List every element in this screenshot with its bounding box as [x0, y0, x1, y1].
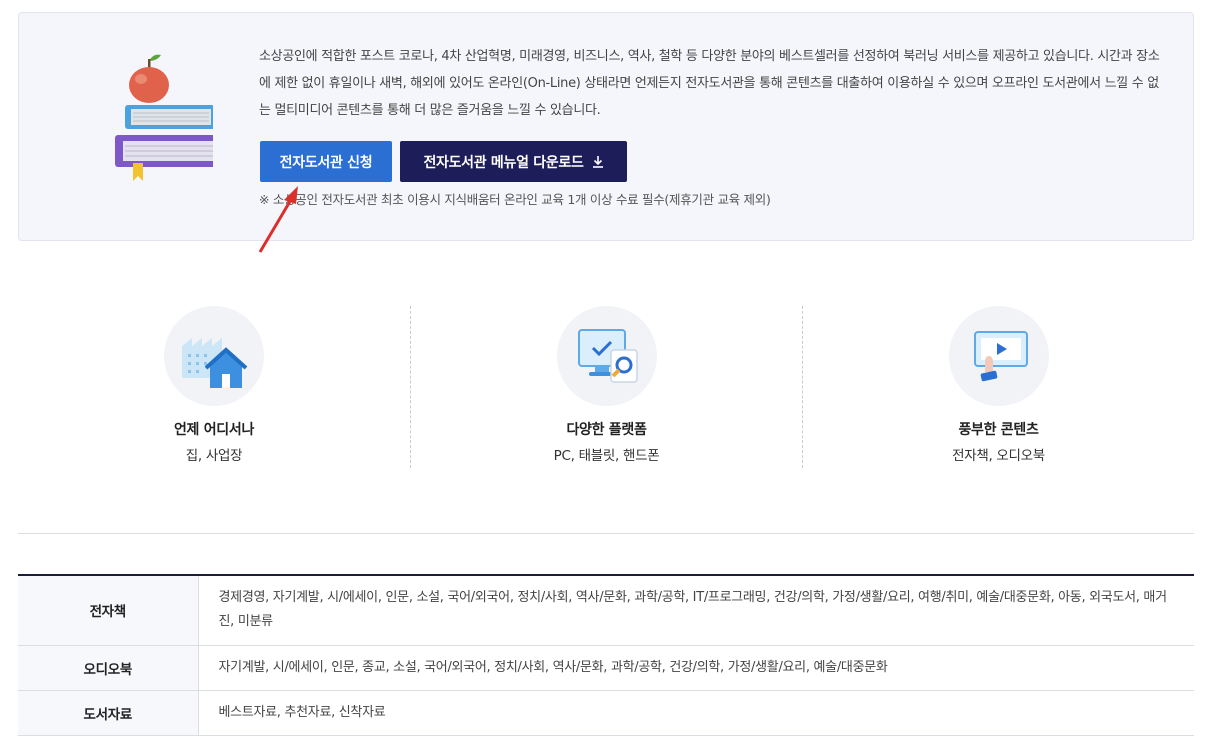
feature-icon-circle [164, 306, 264, 406]
feature-title: 다양한 플랫폼 [566, 422, 647, 438]
feature-title: 풍부한 콘텐츠 [958, 422, 1039, 438]
home-building-icon [182, 338, 248, 388]
feature-icon-circle [949, 306, 1049, 406]
apply-button-label: 전자도서관 신청 [279, 154, 373, 171]
feature-contents: 풍부한 콘텐츠 전자책, 오디오북 [802, 306, 1194, 468]
table-row: 오디오북 자기계발, 시/에세이, 인문, 종교, 소설, 국어/외국어, 정치… [18, 645, 1194, 691]
features-section: 언제 어디서나 집, 사업장 다양한 플랫폼 PC, 태블릿, 핸드폰 풍부한 … [18, 306, 1194, 468]
category-label: 오디오북 [18, 645, 199, 691]
annotation-arrow-icon [258, 186, 298, 253]
books-apple-illustration [115, 54, 213, 181]
category-table: 전자책 경제경영, 자기계발, 시/에세이, 인문, 소설, 국어/외국어, 정… [18, 574, 1194, 736]
monitor-search-icon [578, 329, 638, 383]
category-value: 베스트자료, 추천자료, 신착자료 [198, 690, 1194, 736]
download-icon [592, 156, 603, 168]
category-value: 자기계발, 시/에세이, 인문, 종교, 소설, 국어/외국어, 정치/사회, … [198, 645, 1194, 691]
category-label: 도서자료 [18, 690, 199, 736]
category-label: 전자책 [18, 575, 199, 646]
table-row: 전자책 경제경영, 자기계발, 시/에세이, 인문, 소설, 국어/외국어, 정… [18, 575, 1194, 646]
category-value: 경제경영, 자기계발, 시/에세이, 인문, 소설, 국어/외국어, 정치/사회… [198, 575, 1194, 646]
feature-subtitle: 전자책, 오디오북 [952, 448, 1045, 464]
feature-title: 언제 어디서나 [173, 422, 255, 438]
feature-anywhere: 언제 어디서나 집, 사업장 [18, 306, 410, 468]
feature-platforms: 다양한 플랫폼 PC, 태블릿, 핸드폰 [410, 306, 802, 468]
touch-screen-icon [974, 331, 1028, 382]
feature-subtitle: PC, 태블릿, 핸드폰 [553, 448, 660, 464]
education-notice: ※ 소상공인 전자도서관 최초 이용시 지식배움터 온라인 교육 1개 이상 수… [259, 192, 771, 207]
section-divider [18, 533, 1194, 534]
intro-box: 소상공인에 적합한 포스트 코로나, 4차 산업혁명, 미래경영, 비즈니스, … [18, 12, 1194, 241]
table-row: 도서자료 베스트자료, 추천자료, 신착자료 [18, 690, 1194, 736]
intro-description: 소상공인에 적합한 포스트 코로나, 4차 산업혁명, 미래경영, 비즈니스, … [259, 49, 1160, 118]
download-manual-button[interactable]: 전자도서관 메뉴얼 다운로드 [400, 141, 627, 182]
feature-subtitle: 집, 사업장 [185, 448, 243, 464]
manual-button-label: 전자도서관 메뉴얼 다운로드 [423, 154, 584, 171]
feature-icon-circle [557, 306, 657, 406]
